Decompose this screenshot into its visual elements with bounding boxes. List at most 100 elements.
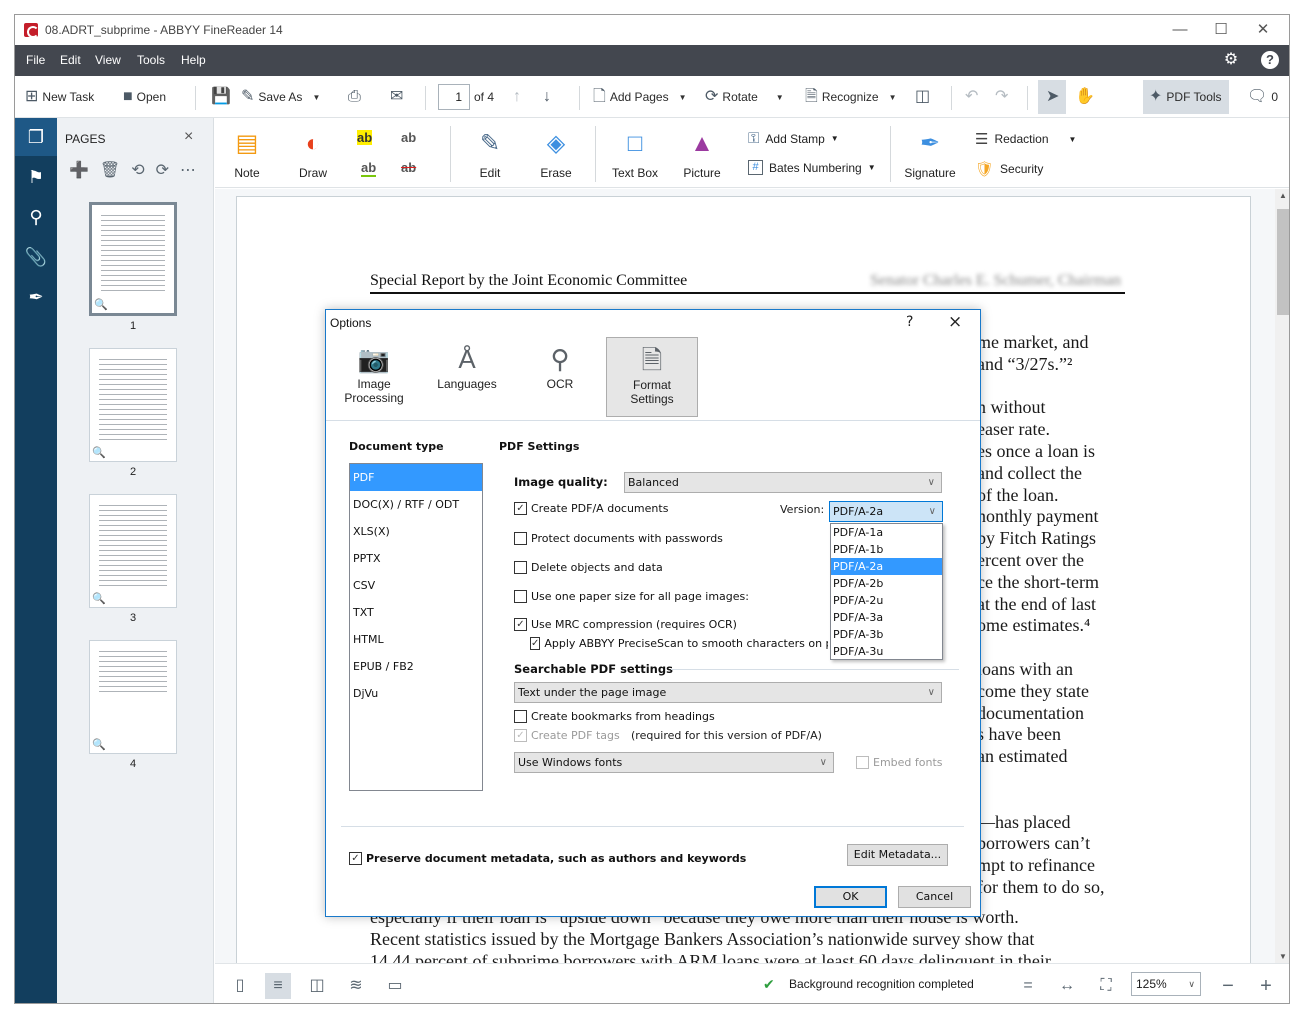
compare-button[interactable]: ◫ — [915, 85, 930, 109]
version-option[interactable]: PDF/A-3a — [831, 609, 942, 626]
signature-button[interactable]: ✒ Signature — [900, 128, 960, 180]
menu-view[interactable]: View — [95, 53, 121, 67]
gear-icon[interactable]: ⚙ — [1222, 51, 1240, 69]
bookmark-icon[interactable]: ⚑ — [15, 158, 57, 196]
undo-button[interactable]: ↶ — [965, 85, 978, 109]
cancel-button[interactable]: Cancel — [898, 886, 971, 908]
delete-page-icon[interactable]: 🗑 — [100, 160, 120, 180]
preserve-metadata-checkbox[interactable]: ✓ Preserve document metadata, such as au… — [349, 852, 746, 865]
searchable-mode-select[interactable]: Text under the page image ∨ — [514, 682, 942, 703]
zoom-select[interactable]: 125% ∨ — [1131, 972, 1201, 996]
page-number-input[interactable]: 1 — [438, 84, 470, 110]
single-page-view-icon[interactable]: ▯ — [227, 973, 253, 999]
continuous-scroll-view-icon[interactable]: ≡ — [265, 973, 291, 999]
page-thumbnail[interactable]: 🔍 — [89, 348, 177, 462]
version-option[interactable]: PDF/A-1b — [831, 541, 942, 558]
add-pages-dropdown-icon[interactable]: ▼ — [679, 93, 687, 102]
bookmarks-checkbox[interactable]: Create bookmarks from headings — [514, 710, 715, 723]
document-type-item[interactable]: PPTX — [350, 545, 482, 572]
open-button[interactable]: ■ Open — [123, 85, 166, 109]
page-thumbnail[interactable]: 🔍 — [89, 640, 177, 754]
document-type-item[interactable]: CSV — [350, 572, 482, 599]
tab-ocr[interactable]: ⚲ OCR — [514, 337, 606, 417]
document-type-item[interactable]: HTML — [350, 626, 482, 653]
document-type-item[interactable]: EPUB / FB2 — [350, 653, 482, 680]
rotate-right-icon[interactable]: ⟳ — [156, 160, 169, 180]
document-type-list[interactable]: PDF DOC(X) / RTF / ODT XLS(X) PPTX CSV T… — [349, 463, 483, 791]
add-pages-button[interactable]: 🗋 Add Pages ▼ — [593, 85, 687, 109]
fit-height-icon[interactable]: = — [1015, 973, 1041, 999]
erase-button[interactable]: ◈ Erase — [526, 128, 586, 180]
save-as-button[interactable]: ✎ Save As ▼ — [241, 85, 320, 109]
scroll-up-icon[interactable]: ▲ — [1279, 191, 1287, 200]
version-option[interactable]: PDF/A-3b — [831, 626, 942, 643]
create-pdfa-checkbox[interactable]: ✓ Create PDF/A documents — [514, 502, 668, 515]
pdfa-version-dropdown[interactable]: PDF/A-1a PDF/A-1b PDF/A-2a PDF/A-2b PDF/… — [830, 523, 943, 660]
save-button[interactable]: 💾 — [211, 85, 231, 109]
mrc-compression-checkbox[interactable]: ✓ Use MRC compression (requires OCR) — [514, 618, 737, 631]
hand-tool-button[interactable]: ✋ — [1075, 85, 1095, 109]
add-stamp-dropdown-icon[interactable]: ▼ — [831, 134, 839, 143]
pdf-tools-button[interactable]: ✦ PDF Tools — [1149, 85, 1222, 109]
save-as-dropdown-icon[interactable]: ▼ — [312, 93, 320, 102]
menu-edit[interactable]: Edit — [60, 53, 81, 67]
search-icon[interactable]: ⚲ — [15, 198, 57, 236]
version-option[interactable]: PDF/A-2u — [831, 592, 942, 609]
edit-metadata-button[interactable]: Edit Metadata... — [847, 844, 948, 866]
edit-button[interactable]: ✎ Edit — [460, 128, 520, 180]
new-task-button[interactable]: ⊞ New Task — [25, 85, 94, 109]
protect-passwords-checkbox[interactable]: Protect documents with passwords — [514, 532, 723, 545]
bates-numbering-button[interactable]: # Bates Numbering ▼ — [748, 160, 876, 175]
menu-tools[interactable]: Tools — [137, 53, 165, 67]
strikethrough-button[interactable]: ab — [401, 160, 416, 175]
close-icon[interactable]: ✕ — [1245, 19, 1281, 41]
pages-panel-icon[interactable]: ❐ — [15, 118, 57, 156]
previous-page-button[interactable]: ↑ — [513, 85, 521, 109]
recognize-dropdown-icon[interactable]: ▼ — [889, 93, 897, 102]
help-icon[interactable]: ? — [1261, 51, 1279, 69]
vertical-scrollbar[interactable]: ▲ ▼ — [1275, 189, 1289, 963]
add-stamp-button[interactable]: ⚿ Add Stamp ▼ — [748, 130, 839, 147]
menu-help[interactable]: Help — [181, 53, 206, 67]
ok-button[interactable]: OK — [814, 886, 887, 908]
tab-format-settings[interactable]: 🗎 Format Settings — [606, 337, 698, 417]
rotate-left-icon[interactable]: ⟲ — [131, 160, 144, 180]
print-button[interactable]: ⎙ — [348, 85, 361, 109]
fit-page-icon[interactable]: ⛶ — [1093, 973, 1119, 999]
zoom-out-icon[interactable]: − — [1215, 973, 1241, 999]
note-button[interactable]: ▤ Note — [217, 128, 277, 180]
highlight-button[interactable]: ab — [357, 130, 373, 145]
tab-image-processing[interactable]: 📷 Image Processing — [328, 337, 420, 417]
scroll-down-icon[interactable]: ▼ — [1279, 952, 1287, 961]
dialog-help-button[interactable]: ? — [906, 314, 913, 330]
redaction-button[interactable]: ☰ Redaction ▼ — [975, 130, 1076, 148]
document-type-item[interactable]: TXT — [350, 599, 482, 626]
add-page-icon[interactable]: ➕ — [69, 160, 89, 180]
version-option[interactable]: PDF/A-3u — [831, 643, 942, 660]
document-type-item[interactable]: PDF — [350, 464, 482, 491]
rotate-dropdown-icon[interactable]: ▼ — [776, 93, 784, 102]
scrollbar-thumb[interactable] — [1277, 209, 1289, 315]
page-thumbnail[interactable]: 🔍 — [89, 202, 177, 316]
pdfa-version-select[interactable]: PDF/A-2a ∨ — [829, 501, 943, 522]
maximize-icon[interactable]: ☐ — [1203, 19, 1239, 41]
minimize-icon[interactable]: — — [1162, 19, 1198, 41]
version-option[interactable]: PDF/A-2a — [831, 558, 942, 575]
close-panel-icon[interactable]: × — [184, 128, 193, 146]
pdf-tags-checkbox[interactable]: ✓ Create PDF tags — [514, 729, 620, 742]
delete-objects-checkbox[interactable]: Delete objects and data — [514, 561, 663, 574]
two-page-view-icon[interactable]: ◫ — [304, 973, 330, 999]
comments-button[interactable]: 🗨 0 — [1247, 85, 1278, 109]
insert-text-button[interactable]: ab — [401, 130, 416, 145]
signature-panel-icon[interactable]: ✒ — [15, 278, 57, 316]
full-screen-view-icon[interactable]: ▭ — [382, 973, 408, 999]
document-type-item[interactable]: DjVu — [350, 680, 482, 707]
recognize-button[interactable]: 🗎 Recognize ▼ — [805, 85, 897, 109]
attachment-icon[interactable]: 📎 — [15, 238, 57, 276]
text-box-button[interactable]: □ Text Box — [605, 128, 665, 180]
select-tool[interactable]: ➤ — [1046, 85, 1059, 109]
one-paper-size-checkbox[interactable]: Use one paper size for all page images: — [514, 590, 749, 603]
security-button[interactable]: 🛡 Security — [975, 160, 1043, 178]
fit-width-icon[interactable]: ↔ — [1054, 973, 1080, 999]
zoom-in-icon[interactable]: + — [1253, 973, 1279, 999]
